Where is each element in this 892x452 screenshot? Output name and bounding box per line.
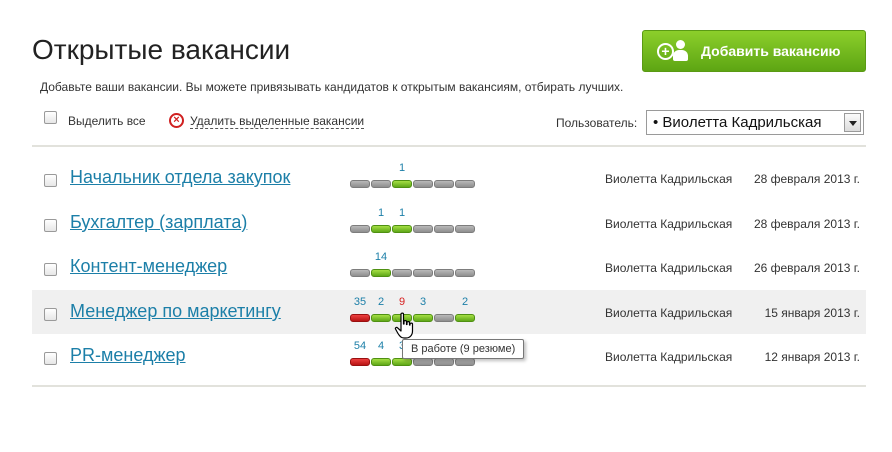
vacancy-title-link[interactable]: Начальник отдела закупок (70, 167, 290, 188)
stage-count[interactable]: 1 (392, 162, 412, 174)
vacancy-title-link[interactable]: Менеджер по маркетингу (70, 301, 281, 322)
pipeline-stage[interactable] (455, 225, 475, 233)
candidate-pipeline: 1 (350, 156, 478, 200)
pipeline-stage[interactable] (413, 225, 433, 233)
pipeline-stage[interactable] (392, 180, 412, 188)
pipeline-stage[interactable] (392, 358, 412, 366)
vacancy-checkbox[interactable] (44, 263, 57, 276)
hand-cursor-icon (394, 312, 414, 339)
pipeline-stage[interactable] (371, 225, 391, 233)
divider-top (32, 145, 866, 147)
vacancy-owner: Виолетта Кадрильская (605, 217, 733, 231)
pipeline-stage[interactable] (350, 180, 370, 188)
vacancy-owner: Виолетта Кадрильская (605, 350, 733, 364)
divider-bottom (32, 385, 866, 387)
toolbar: Выделить все × Удалить выделенные ваканс… (0, 110, 892, 136)
vacancy-checkbox[interactable] (44, 219, 57, 232)
stage-count[interactable]: 2 (455, 296, 475, 308)
vacancy-row[interactable]: Бухгалтер (зарплата) 1 1 Виолетта Кадрильск… (32, 201, 866, 245)
stage-count[interactable]: 54 (350, 340, 370, 352)
delete-selected-link[interactable]: Удалить выделенные вакансии (190, 114, 365, 129)
pipeline-stage[interactable] (434, 180, 454, 188)
vacancy-checkbox[interactable] (44, 174, 57, 187)
pipeline-stage[interactable] (350, 314, 370, 322)
vacancy-date: 28 февраля 2013 г. (753, 172, 860, 186)
add-vacancy-label: Добавить вакансию (701, 43, 841, 59)
pipeline-stage[interactable] (455, 269, 475, 277)
vacancy-owner: Виолетта Кадрильская (605, 172, 733, 186)
vacancy-date: 12 января 2013 г. (764, 350, 860, 364)
vacancy-date: 26 февраля 2013 г. (753, 261, 860, 275)
pipeline-stage[interactable] (455, 358, 475, 366)
stage-tooltip: В работе (9 резюме) (402, 339, 525, 359)
pipeline-stage[interactable] (371, 269, 391, 277)
chevron-down-icon[interactable] (844, 113, 861, 132)
vacancy-title-link[interactable]: Контент-менеджер (70, 256, 227, 277)
pipeline-stage[interactable] (350, 269, 370, 277)
vacancy-date: 28 февраля 2013 г. (753, 217, 860, 231)
select-all-checkbox[interactable] (44, 111, 57, 124)
user-select-value: • Виолетта Кадрильская (653, 114, 822, 131)
pipeline-stage[interactable] (392, 225, 412, 233)
pipeline-stage[interactable] (371, 358, 391, 366)
vacancy-checkbox[interactable] (44, 352, 57, 365)
candidate-pipeline: 11 (350, 201, 478, 245)
vacancy-date: 15 января 2013 г. (764, 306, 860, 320)
vacancy-title-link[interactable]: Бухгалтер (зарплата) (70, 212, 247, 233)
select-all-label[interactable]: Выделить все (68, 114, 146, 128)
stage-count[interactable]: 1 (371, 207, 391, 219)
stage-count[interactable]: 14 (371, 251, 391, 263)
pipeline-stage[interactable] (350, 358, 370, 366)
pipeline-stage[interactable] (434, 314, 454, 322)
pipeline-stage[interactable] (413, 180, 433, 188)
stage-count[interactable]: 2 (371, 296, 391, 308)
pipeline-stage[interactable] (455, 180, 475, 188)
pipeline-stage[interactable] (371, 180, 391, 188)
pipeline-stage[interactable] (413, 269, 433, 277)
pipeline-stage[interactable] (434, 225, 454, 233)
page-hint: Добавьте ваши вакансии. Вы можете привяз… (40, 80, 624, 94)
stage-count[interactable]: 4 (371, 340, 391, 352)
stage-count[interactable]: 9 (392, 296, 412, 308)
pipeline-stage[interactable] (455, 314, 475, 322)
stage-count[interactable]: 35 (350, 296, 370, 308)
stage-count[interactable]: 1 (392, 207, 412, 219)
pipeline-stage[interactable] (434, 358, 454, 366)
vacancy-row[interactable]: Менеджер по маркетингу 35 2 9 3 2 Виолетта Кад… (32, 290, 866, 334)
pipeline-stage[interactable] (434, 269, 454, 277)
vacancies-page: Открытые вакансии + Добавить вакансию До… (0, 0, 892, 452)
user-filter-label: Пользователь: (556, 116, 638, 130)
pipeline-stage[interactable] (413, 358, 433, 366)
add-vacancy-button[interactable]: + Добавить вакансию (642, 30, 866, 72)
pipeline-stage[interactable] (371, 314, 391, 322)
delete-circle-icon[interactable]: × (169, 113, 184, 128)
stage-count[interactable]: 3 (413, 296, 433, 308)
vacancy-row[interactable]: Начальник отдела закупок 1 Виолетта Кадрил… (32, 156, 866, 200)
vacancy-owner: Виолетта Кадрильская (605, 261, 733, 275)
pipeline-stage[interactable] (392, 269, 412, 277)
vacancy-title-link[interactable]: PR-менеджер (70, 345, 186, 366)
vacancy-checkbox[interactable] (44, 308, 57, 321)
user-select[interactable]: • Виолетта Кадрильская (646, 110, 864, 135)
candidate-pipeline: 14 (350, 245, 478, 289)
vacancy-owner: Виолетта Кадрильская (605, 306, 733, 320)
add-user-icon: + (657, 40, 689, 62)
vacancy-row[interactable]: Контент-менеджер 14 Виолетта Кадрильская 26… (32, 245, 866, 289)
pipeline-stage[interactable] (350, 225, 370, 233)
pipeline-stage[interactable] (413, 314, 433, 322)
page-title: Открытые вакансии (32, 34, 291, 65)
